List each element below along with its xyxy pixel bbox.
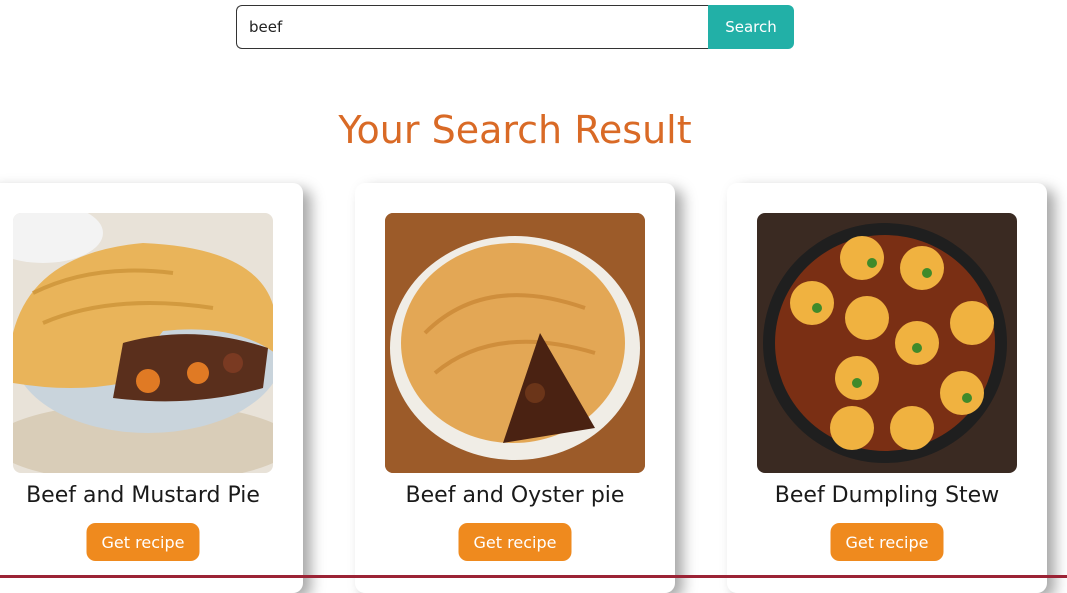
get-recipe-button[interactable]: Get recipe <box>830 523 944 561</box>
recipe-image <box>757 213 1017 473</box>
results-heading: Your Search Result <box>338 108 692 152</box>
recipe-title: Beef and Oyster pie <box>405 483 625 508</box>
search-button[interactable]: Search <box>708 5 794 49</box>
recipe-image <box>385 213 645 473</box>
search-input[interactable] <box>236 5 708 49</box>
recipe-title: Beef Dumpling Stew <box>774 483 1000 508</box>
get-recipe-button[interactable]: Get recipe <box>86 523 200 561</box>
get-recipe-button[interactable]: Get recipe <box>458 523 572 561</box>
recipe-title: Beef and Mustard Pie <box>26 483 260 508</box>
recipe-card: Beef and Mustard Pie Get recipe <box>0 183 303 593</box>
recipe-card: Beef and Oyster pie Get recipe <box>355 183 675 593</box>
recipe-image <box>13 213 273 473</box>
recipe-card: Beef Dumpling Stew Get recipe <box>727 183 1047 593</box>
search-bar: Search <box>236 5 794 49</box>
